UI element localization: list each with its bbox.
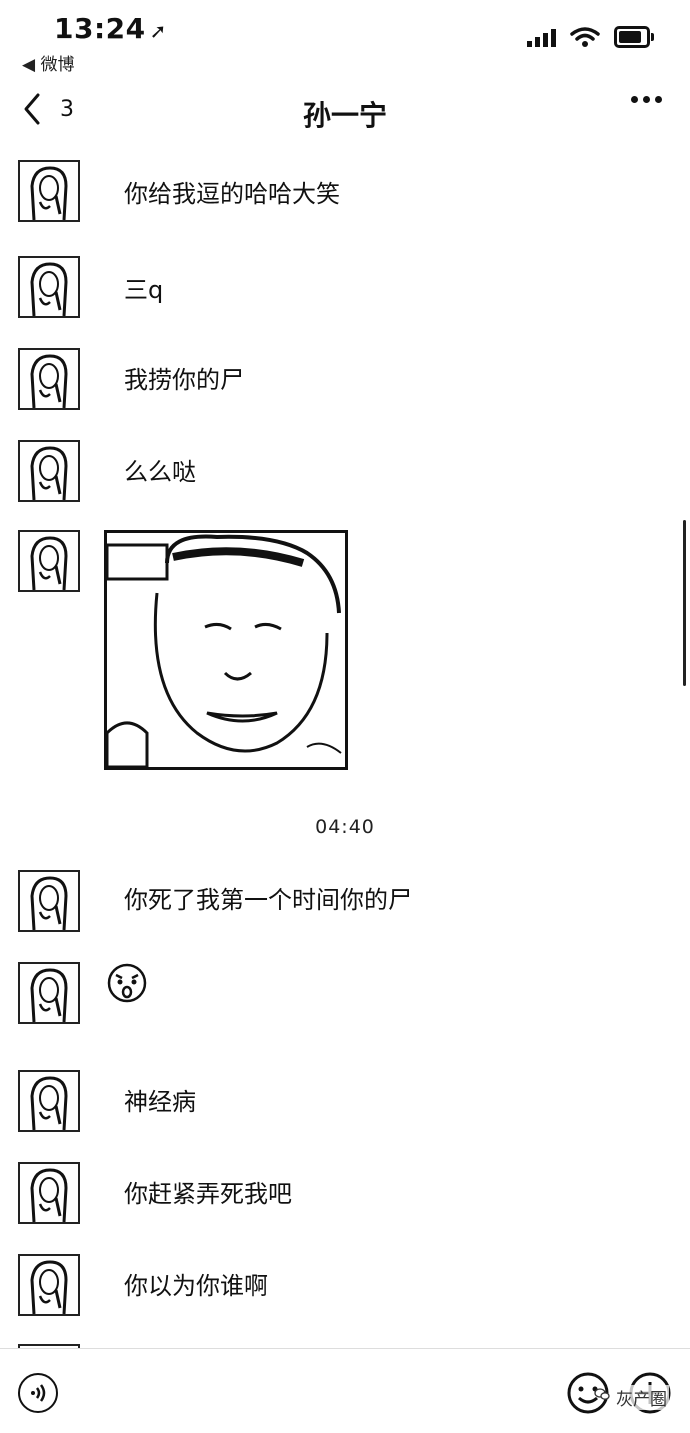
avatar-portrait-icon	[30, 262, 68, 316]
more-options-button[interactable]	[631, 96, 662, 103]
wifi-icon	[570, 27, 600, 47]
status-bar: 13:24 ➚ ◀ 微博	[0, 0, 690, 80]
dot-icon	[655, 96, 662, 103]
avatar[interactable]	[18, 348, 80, 410]
status-icons	[527, 26, 654, 48]
voice-input-button[interactable]	[18, 1373, 58, 1413]
message-text[interactable]: 神经病	[124, 1088, 196, 1116]
avatar-portrait-icon	[30, 968, 68, 1022]
dot-icon	[631, 96, 638, 103]
avatar-portrait-icon	[30, 354, 68, 408]
watermark-text: 灰产圈	[614, 1385, 669, 1410]
message-timestamp: 04:40	[315, 816, 375, 838]
avatar[interactable]	[18, 1162, 80, 1224]
dot-icon	[643, 96, 650, 103]
video-thumbnail-face-icon	[107, 534, 342, 767]
avatar[interactable]	[18, 530, 80, 592]
message-text[interactable]: 你赶紧弄死我吧	[124, 1180, 292, 1208]
video-message-thumbnail[interactable]	[104, 530, 348, 770]
avatar[interactable]	[18, 256, 80, 318]
battery-icon	[614, 26, 654, 48]
back-to-app-link[interactable]: ◀ 微博	[22, 50, 74, 75]
cellular-signal-icon	[527, 27, 556, 47]
page-title: 孙一宁	[302, 99, 387, 132]
avatar-portrait-icon	[30, 166, 68, 220]
message-text[interactable]: 三q	[124, 276, 163, 304]
voice-wave-icon	[31, 1384, 46, 1402]
avatar[interactable]	[18, 962, 80, 1024]
input-bar: 灰产圈	[0, 1348, 690, 1433]
avatar-portrait-icon	[30, 1168, 68, 1222]
avatar-portrait-icon	[30, 876, 68, 930]
avatar-portrait-icon	[30, 446, 68, 500]
avatar-portrait-icon	[30, 1260, 68, 1314]
chat-header: 3 孙一宁	[0, 86, 690, 136]
scrollbar[interactable]	[683, 520, 686, 686]
message-text[interactable]: 你死了我第一个时间你的尸	[124, 886, 412, 914]
avatar[interactable]	[18, 160, 80, 222]
status-time: 13:24 ➚	[54, 12, 167, 45]
message-text[interactable]: 我捞你的尸	[124, 366, 244, 394]
message-text[interactable]: 你以为你谁啊	[124, 1272, 268, 1300]
wechat-logo-icon	[594, 1388, 610, 1400]
avatar-portrait-icon	[30, 1076, 68, 1130]
avatar-portrait-icon	[30, 536, 68, 590]
message-text[interactable]: 你给我逗的哈哈大笑	[124, 180, 340, 208]
avatar[interactable]	[18, 440, 80, 502]
avatar[interactable]	[18, 1254, 80, 1316]
avatar[interactable]	[18, 1070, 80, 1132]
avatar[interactable]	[18, 870, 80, 932]
location-arrow-icon: ➚	[149, 19, 167, 43]
surprised-face-icon[interactable]	[106, 962, 148, 1004]
message-text[interactable]: 么么哒	[124, 458, 196, 486]
